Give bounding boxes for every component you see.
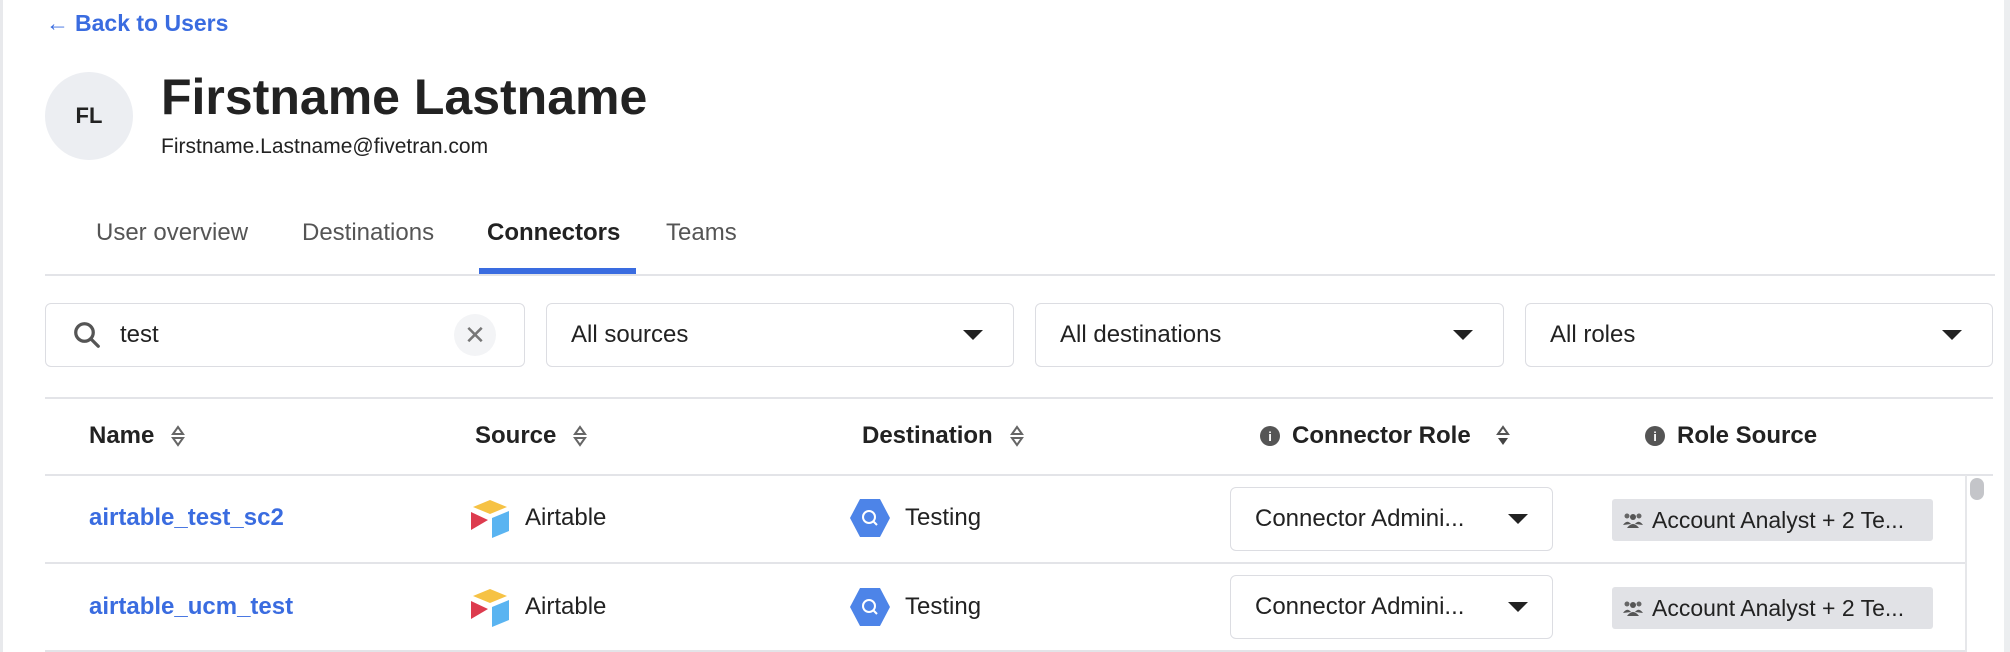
search-icon	[74, 322, 100, 348]
destinations-dropdown[interactable]: All destinations	[1035, 303, 1504, 367]
column-header-name[interactable]: Name	[89, 422, 186, 450]
airtable-icon	[471, 589, 509, 627]
tabs-divider	[45, 274, 1995, 276]
connector-role-dropdown[interactable]: Connector Admini...	[1230, 575, 1553, 639]
header-divider	[45, 474, 1993, 476]
roles-dropdown[interactable]: All roles	[1525, 303, 1993, 367]
sources-dropdown[interactable]: All sources	[546, 303, 1014, 367]
role-source-badge[interactable]: Account Analyst + 2 Te...	[1612, 587, 1933, 629]
bigquery-icon	[850, 588, 890, 626]
tab-connectors[interactable]: Connectors	[487, 219, 620, 247]
scrollbar-thumb[interactable]	[1970, 478, 1984, 500]
table-top-divider	[45, 397, 1993, 399]
caret-down-icon	[1453, 330, 1473, 340]
close-icon: ✕	[464, 319, 486, 350]
column-header-source[interactable]: Source	[475, 422, 588, 450]
clear-search-button[interactable]: ✕	[454, 314, 496, 356]
airtable-icon	[471, 500, 509, 538]
bigquery-icon	[850, 499, 890, 537]
search-input[interactable]: test ✕	[45, 303, 525, 367]
column-header-destination[interactable]: Destination	[862, 422, 1025, 450]
user-email: Firstname.Lastname@fivetran.com	[161, 135, 489, 158]
tab-teams[interactable]: Teams	[666, 219, 737, 247]
tab-destinations[interactable]: Destinations	[302, 219, 434, 247]
connector-name-link[interactable]: airtable_test_sc2	[89, 504, 284, 532]
row-divider	[45, 562, 1965, 564]
caret-down-icon	[1508, 514, 1528, 524]
sort-icon	[171, 425, 186, 447]
back-to-users-link[interactable]: ← Back to Users	[46, 10, 228, 37]
connector-role-dropdown[interactable]: Connector Admini...	[1230, 487, 1553, 551]
column-header-connector-role[interactable]: i Connector Role	[1260, 422, 1511, 450]
avatar: FL	[45, 72, 133, 160]
column-header-role-source: i Role Source	[1645, 422, 1817, 450]
scrollbar-track[interactable]	[1965, 475, 1967, 652]
sort-icon	[1009, 425, 1024, 447]
users-icon	[1623, 601, 1643, 616]
left-border	[0, 0, 3, 652]
info-icon[interactable]: i	[1260, 426, 1280, 446]
connector-name-link[interactable]: airtable_ucm_test	[89, 593, 293, 621]
caret-down-icon	[1942, 330, 1962, 340]
arrow-left-icon: ←	[46, 10, 69, 36]
sort-icon	[573, 425, 588, 447]
role-source-badge[interactable]: Account Analyst + 2 Te...	[1612, 499, 1933, 541]
info-icon[interactable]: i	[1645, 426, 1665, 446]
caret-down-icon	[1508, 602, 1528, 612]
page-title: Firstname Lastname	[161, 69, 648, 125]
active-tab-indicator	[479, 268, 636, 274]
right-border	[2004, 0, 2010, 652]
tab-user-overview[interactable]: User overview	[96, 219, 248, 247]
sort-icon	[1495, 425, 1510, 445]
users-icon	[1623, 513, 1643, 528]
caret-down-icon	[963, 330, 983, 340]
